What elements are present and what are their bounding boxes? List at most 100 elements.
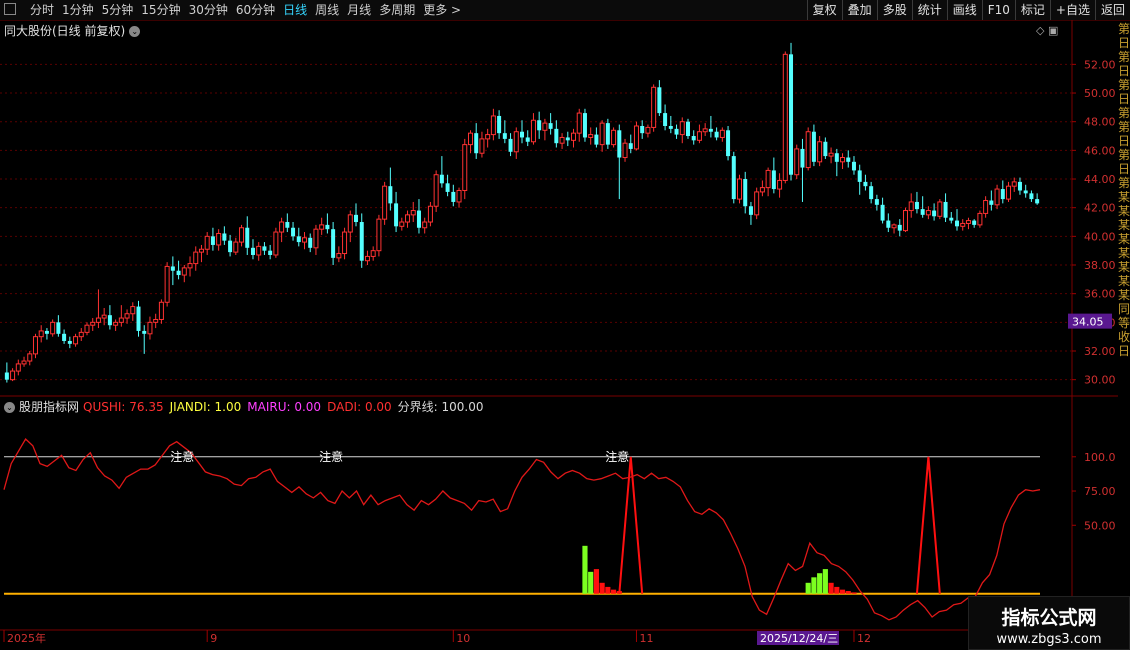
candle-body-up (611, 129, 617, 146)
toolbar-button-4[interactable]: 画线 (946, 0, 982, 20)
timeframe-tab-0[interactable]: 分时 (26, 0, 58, 20)
candle-body-down (851, 161, 856, 171)
chevron-down-icon[interactable]: ⌄ (4, 402, 15, 413)
ticker-char: 日 (1118, 64, 1130, 78)
indicator-spike (915, 456, 941, 594)
candle-body-down (714, 131, 719, 138)
candle-body-down (594, 134, 599, 145)
candle-body-up (370, 250, 376, 257)
candle-body-down (136, 306, 141, 331)
timeframe-tab-3[interactable]: 15分钟 (137, 0, 184, 20)
indicator-param-2: MAIRU: 0.00 (247, 400, 322, 414)
indicator-param-0: QUSHI: 76.35 (83, 400, 164, 414)
ticker-char: 第 (1118, 22, 1130, 36)
candle-body-down (497, 115, 502, 134)
candle-body-down (582, 113, 587, 138)
candle-body-down (394, 203, 399, 227)
ticker-char: 收 (1118, 330, 1130, 344)
diamond-icon[interactable]: ◇ (1036, 24, 1044, 37)
toolbar-button-7[interactable]: +自选 (1049, 0, 1095, 20)
ticker-char: 第 (1118, 50, 1130, 64)
candle-body-up (908, 201, 914, 212)
timeframe-tab-2[interactable]: 5分钟 (98, 0, 138, 20)
timeframe-tab-1[interactable]: 1分钟 (58, 0, 98, 20)
candle-body-up (571, 132, 577, 141)
candle-body-down (67, 340, 72, 344)
candle-body-up (399, 221, 405, 227)
indicator-bar-red (599, 582, 605, 594)
candle-body-up (702, 128, 708, 133)
candle-body-down (250, 247, 255, 255)
right-toolbar: 复权 叠加 多股 统计 画线 F10 标记 +自选 返回 (806, 0, 1130, 20)
candle-body-up (410, 210, 416, 216)
annotation-text: 注意 (319, 449, 343, 464)
candle-body-down (955, 220, 960, 227)
toolbar-button-5[interactable]: F10 (981, 0, 1015, 20)
timeframe-tab-8[interactable]: 月线 (343, 0, 375, 20)
candle-body-up (301, 237, 308, 243)
candle-body-down (388, 186, 393, 204)
stock-title[interactable]: 同大股份(日线 前复权) ⌄ (4, 22, 141, 39)
timeframe-tab-4[interactable]: 30分钟 (185, 0, 232, 20)
candle-body-up (1011, 181, 1017, 187)
time-axis-label: 11 (639, 632, 653, 645)
annotation-text: 注意 (605, 449, 629, 464)
date-highlight-label: 2025/12/24/三 (760, 632, 838, 645)
candle-body-down (354, 214, 359, 223)
timeframe-tab-5[interactable]: 60分钟 (232, 0, 279, 20)
indicator-title-bar: ⌄ 股朋指标网 QUSHI: 76.35 JIANDI: 1.00 MAIRU: 0.0… (4, 398, 490, 415)
watermark-url: www.zbgs3.com (996, 632, 1102, 647)
menu-square-icon[interactable] (4, 3, 16, 15)
candle-body-down (565, 137, 570, 141)
toolbar-button-8[interactable]: 返回 (1094, 0, 1130, 20)
candle-body-up (153, 318, 159, 323)
candle-body-up (164, 265, 170, 303)
y-tick-label: 50.00 (1084, 87, 1116, 100)
candle-body-down (56, 322, 61, 334)
toolbar-button-3[interactable]: 统计 (911, 0, 947, 20)
toolbar-button-0[interactable]: 复权 (806, 0, 842, 20)
candle-body-up (817, 141, 823, 163)
candle-body-up (124, 313, 130, 319)
candle-body-up (181, 267, 187, 276)
candle-body-down (869, 186, 874, 200)
candle-body-down (210, 236, 215, 245)
candle-body-up (78, 331, 84, 338)
toolbar-button-6[interactable]: 标记 (1014, 0, 1050, 20)
toolbar-button-2[interactable]: 多股 (876, 0, 912, 20)
timeframe-tab-6[interactable]: 日线 (279, 0, 311, 20)
candlestick-chart[interactable]: 30.00 32.00 34.00 36.00 38.00 40.00 42.00 44.00… (0, 0, 1130, 650)
time-axis-label: 2025年 (7, 631, 46, 645)
ticker-char: 第 (1118, 148, 1130, 162)
candle-body-down (1000, 189, 1005, 200)
ticker-char: 某 (1118, 218, 1130, 232)
candle-body-down (331, 229, 336, 258)
candle-body-down (748, 206, 753, 215)
y-tick-label: 32.00 (1084, 345, 1116, 358)
candle-body-down (325, 224, 330, 230)
candle-body-down (789, 54, 794, 175)
window-icon[interactable]: ▣ (1048, 24, 1058, 37)
candle-body-up (279, 221, 285, 233)
toolbar-button-1[interactable]: 叠加 (841, 0, 877, 20)
candle-body-down (474, 133, 479, 154)
indicator-bar-green (811, 577, 817, 594)
y-tick-label: 52.00 (1084, 58, 1116, 71)
timeframe-tab-10[interactable]: 更多 > (419, 0, 465, 20)
timeframe-tab-7[interactable]: 周线 (311, 0, 343, 20)
indicator-param-4: 分界线: 100.00 (397, 400, 484, 414)
ticker-char: 第 (1118, 78, 1130, 92)
timeframe-tab-9[interactable]: 多周期 (375, 0, 419, 20)
ticker-char: 某 (1118, 204, 1130, 218)
annotation-text: 注意 (170, 449, 194, 464)
time-axis-label: 9 (210, 632, 217, 645)
candle-body-down (691, 136, 696, 141)
candle-body-up (101, 314, 107, 319)
indicator-bar-red (839, 589, 846, 594)
candle-body-up (719, 129, 725, 138)
candle-body-up (95, 317, 101, 323)
candle-body-up (937, 201, 943, 217)
chevron-down-icon[interactable]: ⌄ (129, 26, 141, 37)
candle-body-up (490, 115, 496, 136)
candle-body-down (932, 210, 937, 217)
